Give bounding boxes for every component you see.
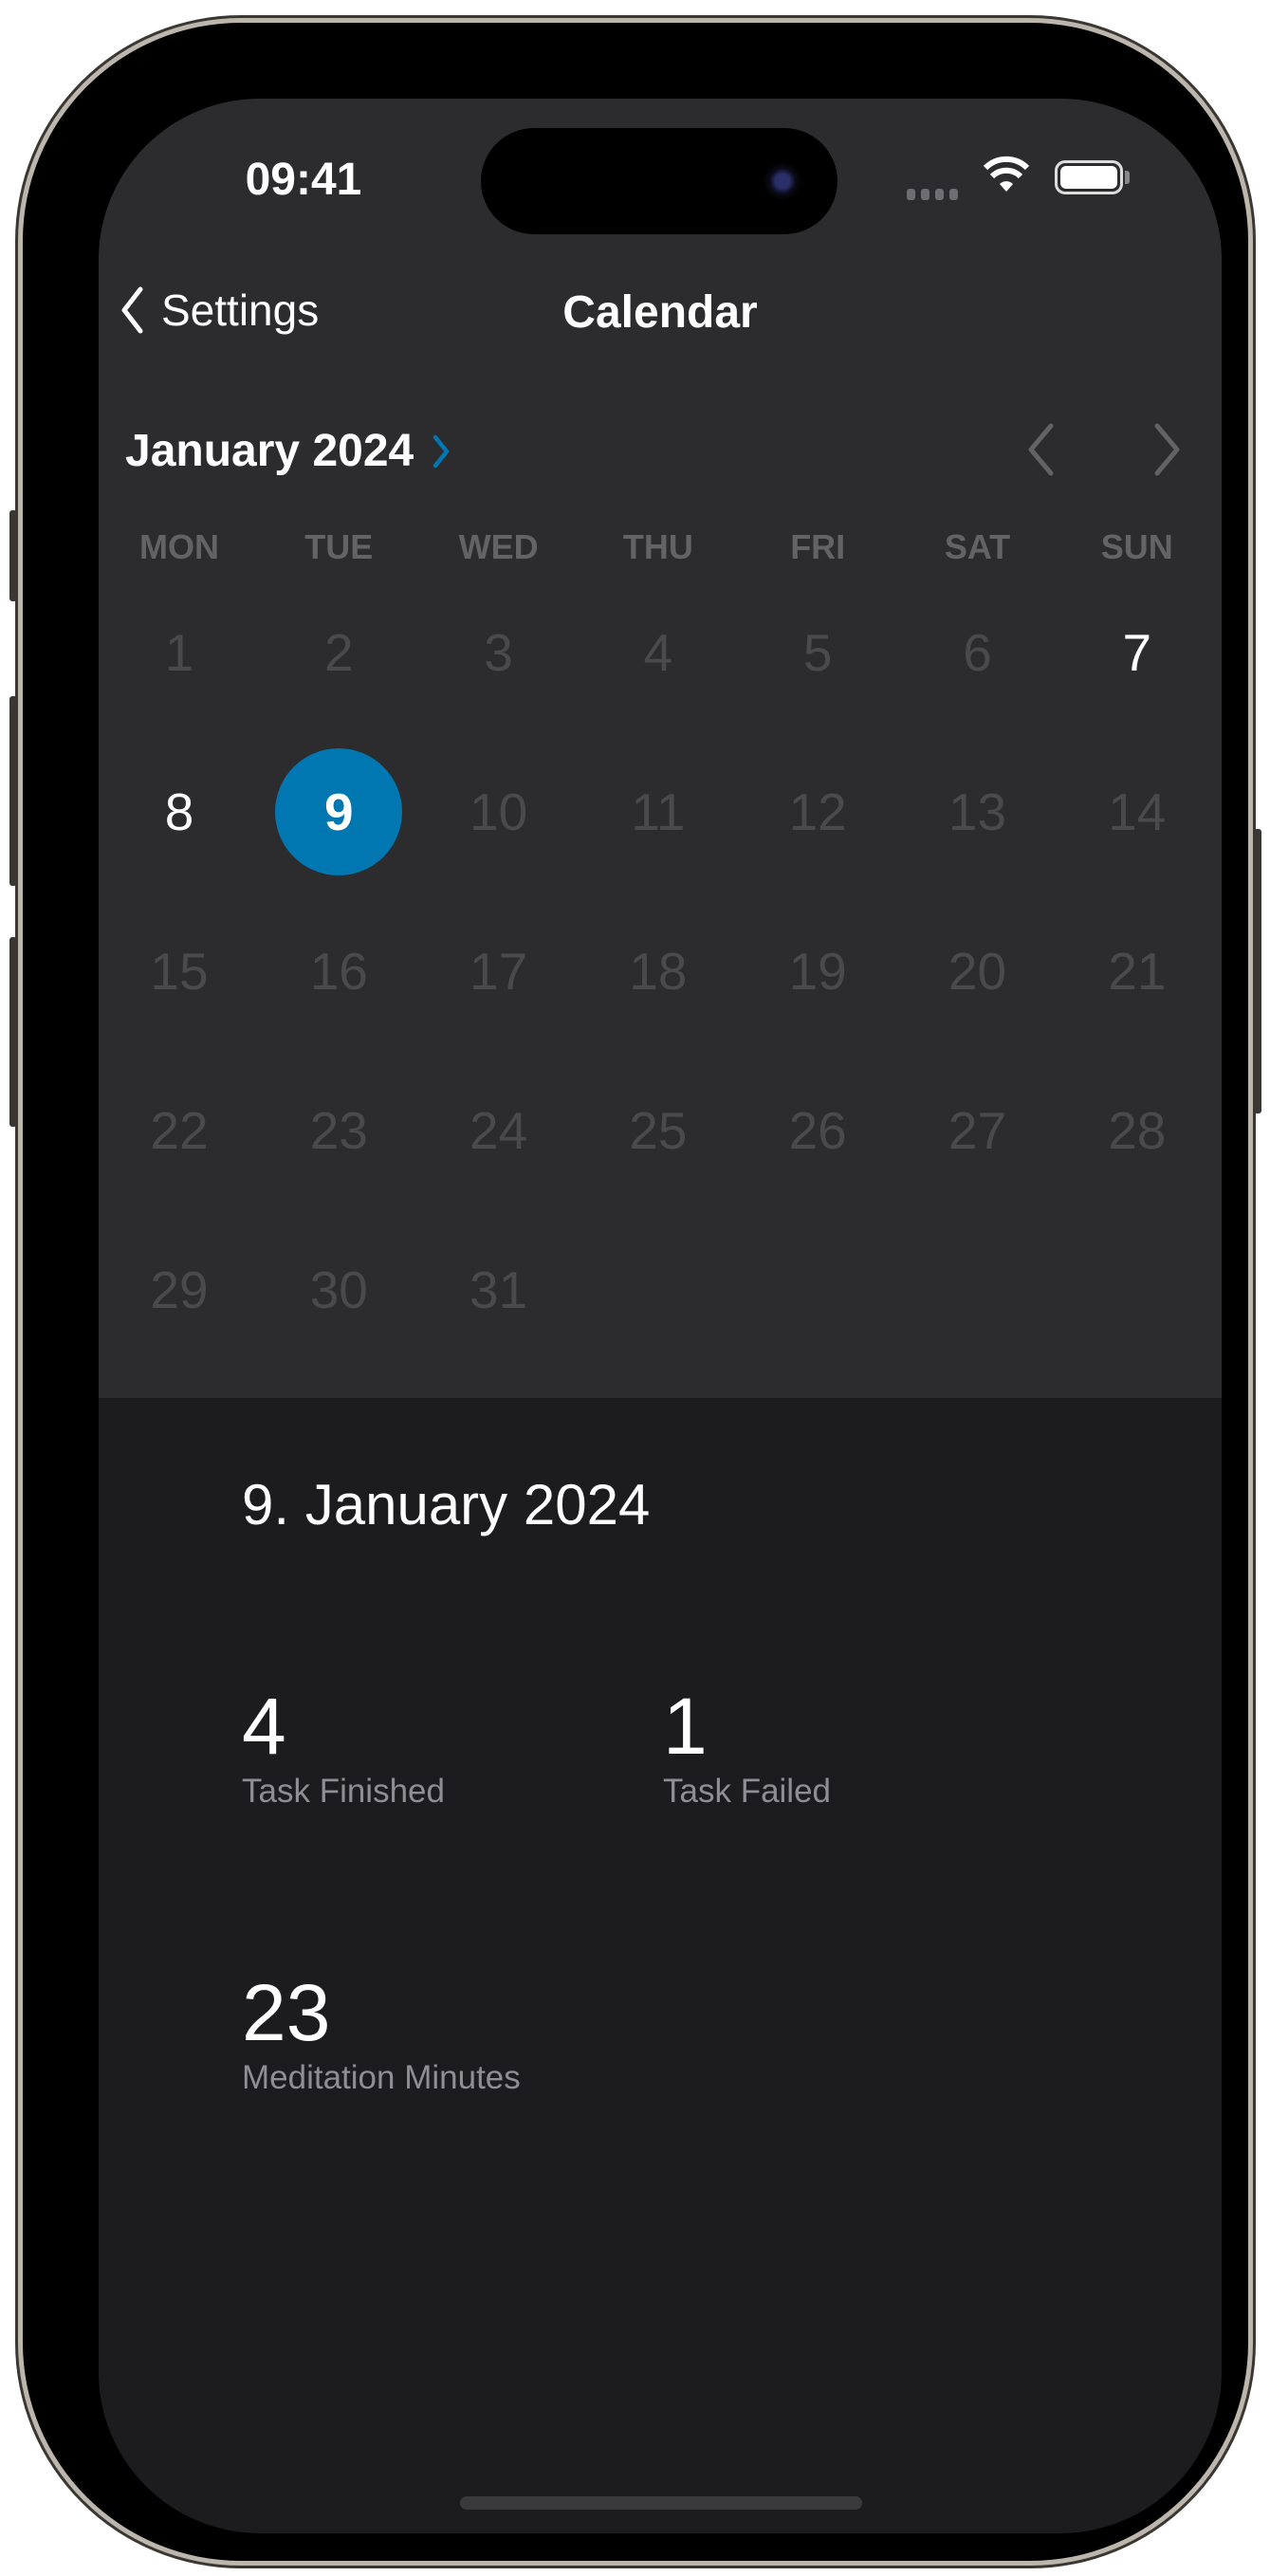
volume-up-button (9, 696, 17, 886)
calendar-day-11[interactable]: 11 (595, 748, 722, 875)
cellular-signal-icon (907, 189, 958, 200)
calendar-day-31[interactable]: 31 (435, 1226, 562, 1353)
calendar-day-4[interactable]: 4 (595, 589, 722, 716)
calendar-day-1[interactable]: 1 (116, 589, 243, 716)
stat-meditation-minutes: 23 Meditation Minutes (242, 1967, 521, 2097)
stat-label: Task Finished (242, 1773, 445, 1810)
stat-value: 4 (242, 1682, 286, 1771)
weekday-sat: SAT (944, 527, 1011, 566)
stat-value: 1 (663, 1682, 708, 1771)
calendar-day-28[interactable]: 28 (1074, 1067, 1201, 1194)
page-title: Calendar (562, 287, 758, 338)
calendar-day-18[interactable]: 18 (595, 908, 722, 1035)
calendar-day-10[interactable]: 10 (435, 748, 562, 875)
stat-tasks-failed: 1 Task Failed (663, 1681, 831, 1811)
action-button (9, 510, 17, 601)
screen: 09:41 Settings Calendar January 2024 MON… (99, 99, 1222, 2533)
calendar-day-22[interactable]: 22 (116, 1067, 243, 1194)
calendar-day-2[interactable]: 2 (275, 589, 402, 716)
calendar-day-8[interactable]: 8 (116, 748, 243, 875)
weekday-fri: FRI (790, 527, 846, 566)
calendar-day-25[interactable]: 25 (595, 1067, 722, 1194)
month-picker-button[interactable]: January 2024 (125, 425, 451, 477)
calendar-day-17[interactable]: 17 (435, 908, 562, 1035)
power-button (1254, 829, 1261, 1113)
chevron-left-icon (1028, 423, 1054, 476)
stat-value: 23 (242, 1968, 331, 2057)
calendar-day-7[interactable]: 7 (1074, 589, 1201, 716)
calendar-day-9[interactable]: 9 (275, 748, 403, 875)
calendar-day-3[interactable]: 3 (435, 589, 562, 716)
calendar-day-13[interactable]: 13 (914, 748, 1041, 875)
battery-tip (1125, 171, 1130, 184)
stat-label: Meditation Minutes (242, 2059, 521, 2096)
calendar-day-16[interactable]: 16 (275, 908, 402, 1035)
weekday-thu: THU (622, 527, 693, 566)
previous-month-button[interactable] (1026, 423, 1055, 481)
status-time: 09:41 (245, 155, 362, 205)
camera-icon (763, 161, 802, 201)
calendar-day-19[interactable]: 19 (754, 908, 881, 1035)
battery-icon (1055, 160, 1123, 194)
volume-down-button (9, 937, 17, 1127)
selected-date-title: 9. January 2024 (242, 1473, 651, 1536)
calendar-day-24[interactable]: 24 (435, 1067, 562, 1194)
calendar-day-14[interactable]: 14 (1074, 748, 1201, 875)
calendar-day-20[interactable]: 20 (914, 908, 1041, 1035)
chevron-right-icon (433, 434, 451, 468)
calendar-day-6[interactable]: 6 (914, 589, 1041, 716)
calendar-day-15[interactable]: 15 (116, 908, 243, 1035)
calendar-day-29[interactable]: 29 (116, 1226, 243, 1353)
home-indicator[interactable] (460, 2496, 862, 2510)
calendar-day-23[interactable]: 23 (275, 1067, 402, 1194)
calendar-day-21[interactable]: 21 (1074, 908, 1201, 1035)
calendar-day-30[interactable]: 30 (275, 1226, 402, 1353)
month-label: January 2024 (125, 426, 414, 476)
weekday-sun: SUN (1100, 527, 1173, 566)
calendar-day-27[interactable]: 27 (914, 1067, 1041, 1194)
weekday-tue: TUE (304, 527, 374, 566)
stat-tasks-finished: 4 Task Finished (242, 1681, 445, 1811)
calendar-day-26[interactable]: 26 (754, 1067, 881, 1194)
phone-frame: 09:41 Settings Calendar January 2024 MON… (9, 23, 1261, 2561)
stat-label: Task Failed (663, 1773, 832, 1810)
chevron-right-icon (1154, 423, 1180, 476)
calendar-day-12[interactable]: 12 (754, 748, 881, 875)
wifi-icon (983, 156, 1030, 198)
next-month-button[interactable] (1153, 423, 1182, 481)
calendar-day-5[interactable]: 5 (754, 589, 881, 716)
weekday-mon: MON (139, 527, 219, 566)
weekday-wed: WED (458, 527, 539, 566)
